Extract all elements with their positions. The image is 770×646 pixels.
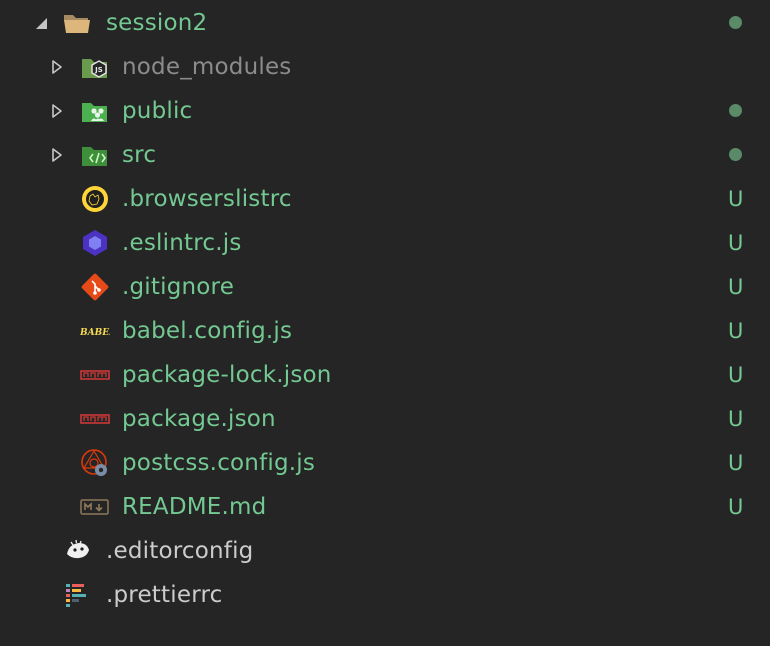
file-label: .editorconfig	[106, 538, 254, 564]
untracked-status: U	[728, 187, 744, 211]
file-label: .eslintrc.js	[122, 230, 242, 256]
svg-text:BABEL: BABEL	[80, 328, 110, 338]
file-label: .gitignore	[122, 274, 235, 300]
npm-icon	[80, 360, 110, 390]
tree-row-editorconfig[interactable]: .editorconfig	[0, 529, 770, 573]
postcss-icon	[80, 448, 110, 478]
untracked-status: U	[728, 275, 744, 299]
modified-dot	[729, 104, 742, 117]
tree-row-browserslistrc[interactable]: .browserslistrc U	[0, 177, 770, 221]
tree-row-babel-config[interactable]: BABEL babel.config.js U	[0, 309, 770, 353]
untracked-status: U	[728, 319, 744, 343]
tree-row-gitignore[interactable]: .gitignore U	[0, 265, 770, 309]
untracked-status: U	[728, 363, 744, 387]
tree-row-package-json[interactable]: package.json U	[0, 397, 770, 441]
tree-row-session2[interactable]: session2	[0, 1, 770, 45]
babel-icon: BABEL	[80, 316, 110, 346]
tree-row-public[interactable]: public	[0, 89, 770, 133]
tree-row-package-lock[interactable]: package-lock.json U	[0, 353, 770, 397]
src-folder-icon	[80, 140, 110, 170]
folder-label: public	[122, 98, 193, 124]
prettier-icon	[63, 580, 93, 610]
markdown-icon	[80, 492, 110, 522]
untracked-status: U	[728, 451, 744, 475]
tree-row-postcss-config[interactable]: postcss.config.js U	[0, 441, 770, 485]
untracked-status: U	[728, 407, 744, 431]
file-label: package-lock.json	[122, 362, 332, 388]
folder-open-icon	[62, 8, 92, 38]
npm-icon	[80, 404, 110, 434]
untracked-status: U	[728, 495, 744, 519]
eslint-icon	[80, 228, 110, 258]
folder-label: node_modules	[122, 54, 292, 80]
untracked-status: U	[728, 231, 744, 255]
file-explorer-tree: session2 JS node_modules public src .bro…	[0, 0, 770, 646]
modified-dot	[729, 16, 742, 29]
tree-row-node-modules[interactable]: JS node_modules	[0, 45, 770, 89]
modified-dot	[729, 148, 742, 161]
chevron-down-icon[interactable]	[34, 1, 50, 45]
file-label: postcss.config.js	[122, 450, 316, 476]
folder-label: src	[122, 142, 157, 168]
file-label: README.md	[122, 494, 267, 520]
file-label: .prettierrc	[106, 582, 223, 608]
chevron-right-icon[interactable]	[50, 133, 66, 177]
chevron-right-icon[interactable]	[50, 45, 66, 89]
file-label: .browserslistrc	[122, 186, 292, 212]
chevron-right-icon[interactable]	[50, 89, 66, 133]
file-label: babel.config.js	[122, 318, 293, 344]
tree-row-src[interactable]: src	[0, 133, 770, 177]
public-folder-icon	[80, 96, 110, 126]
git-icon	[80, 272, 110, 302]
file-label: package.json	[122, 406, 276, 432]
editorconfig-icon	[63, 536, 93, 566]
tree-row-readme[interactable]: README.md U	[0, 485, 770, 529]
svg-text:JS: JS	[94, 66, 103, 74]
browserslist-icon	[80, 184, 110, 214]
tree-row-eslintrc[interactable]: .eslintrc.js U	[0, 221, 770, 265]
tree-row-prettierrc[interactable]: .prettierrc	[0, 573, 770, 617]
folder-label: session2	[106, 10, 208, 36]
nodejs-folder-icon: JS	[80, 52, 110, 82]
